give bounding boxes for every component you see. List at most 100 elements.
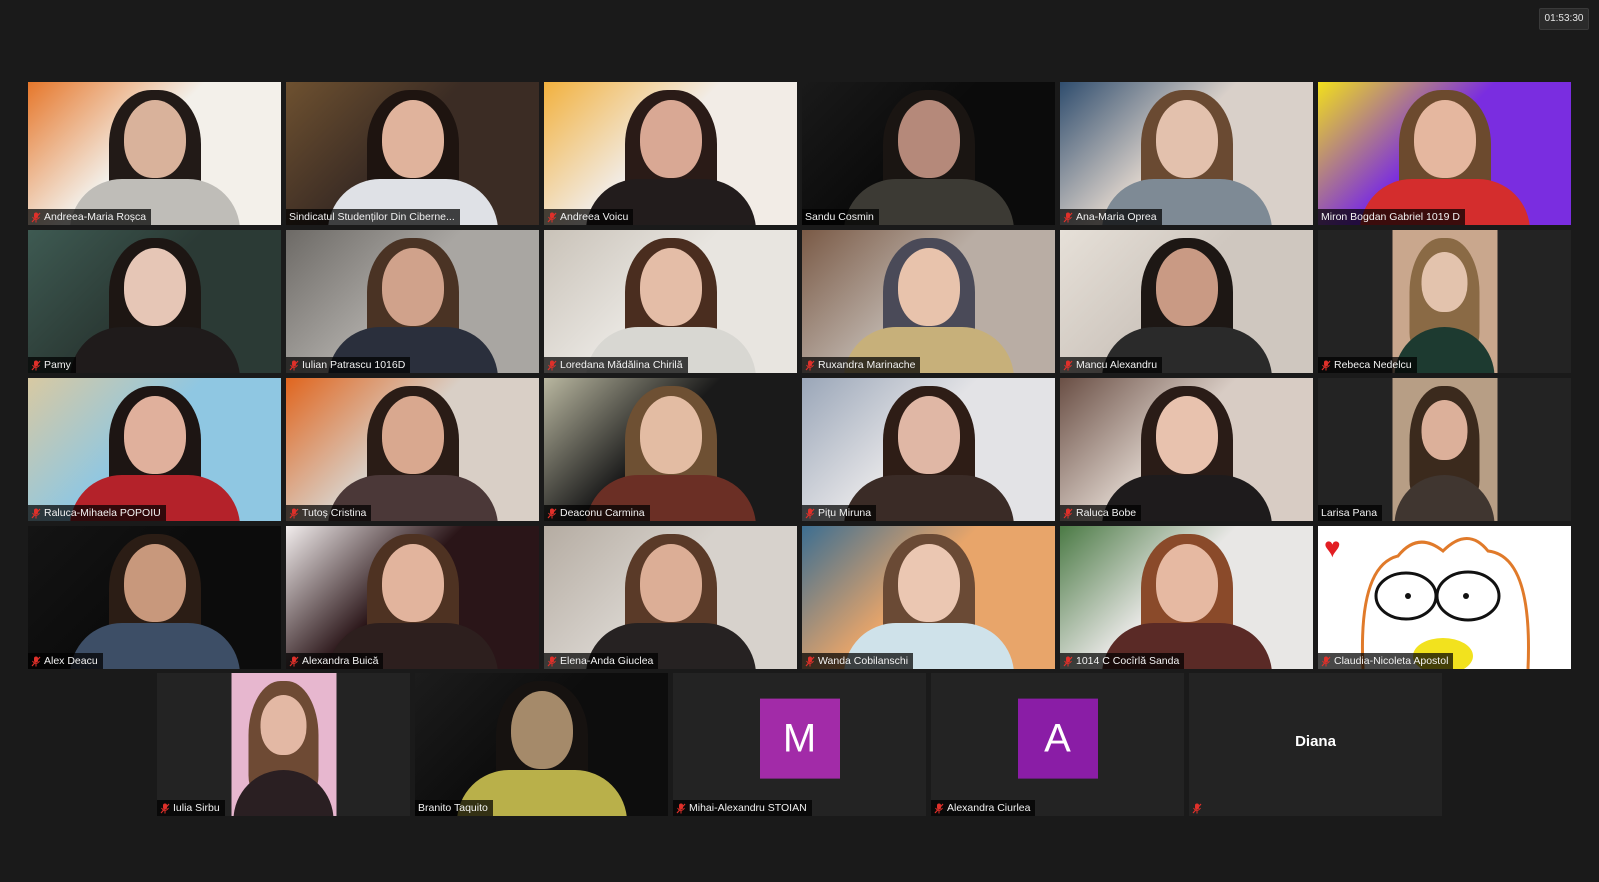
participant-tile[interactable]: 1014 C Cocîrlă Sanda [1060,526,1313,669]
mic-muted-icon [31,212,41,222]
participant-display-name: Diana [1295,733,1336,750]
mic-muted-icon [31,656,41,666]
participant-name: Loredana Mădălina Chirilă [560,359,683,371]
video-feed [802,526,1055,669]
participant-name-tag: Ruxandra Marinache [802,357,921,373]
participant-name-tag [1189,800,1207,816]
participant-face [123,248,186,326]
mic-muted-icon [805,656,815,666]
participant-name-tag: Rebeca Nedelcu [1318,357,1417,373]
video-feed [1060,230,1313,373]
mic-muted-icon [547,360,557,370]
participant-tile[interactable]: Loredana Mădălina Chirilă [544,230,797,373]
participant-face [1155,544,1218,622]
participant-name-tag: Sindicatul Studenților Din Ciberne... [286,209,460,225]
participant-tile[interactable]: Deaconu Carmina [544,378,797,521]
participant-tile[interactable]: Sandu Cosmin [802,82,1055,225]
mic-muted-icon [289,508,299,518]
participant-tile[interactable]: Wanda Cobilanschi [802,526,1055,669]
zoom-gallery-view: 01:53:30 Andreea-Maria Roșca Sindicatul S… [0,0,1599,882]
participant-tile[interactable]: M Mihai-Alexandru STOIAN [673,673,926,816]
participant-name: Deaconu Carmina [560,507,645,519]
participant-name: Alex Deacu [44,655,98,667]
participant-name-tag: Andreea Voicu [544,209,634,225]
mic-muted-icon [547,508,557,518]
participant-name: Wanda Cobilanschi [818,655,909,667]
participant-tile[interactable]: Iulia Sirbu [157,673,410,816]
participant-tile[interactable]: Elena-Anda Giuclea [544,526,797,669]
participant-tile[interactable]: Diana [1189,673,1442,816]
mic-muted-icon [160,803,170,813]
participant-tile[interactable]: Alexandra Buică [286,526,539,669]
participant-name-tag: Miron Bogdan Gabriel 1019 D [1318,209,1465,225]
participant-tile[interactable]: Branito Taquito [415,673,668,816]
mic-muted-icon [547,212,557,222]
participant-face [1421,400,1468,460]
video-feed [286,526,539,669]
video-feed [157,673,410,816]
participant-face [1155,248,1218,326]
participant-face [897,100,960,178]
gallery-row-3: Raluca-Mihaela POPOIU Tutoș Cristina Deaco… [0,378,1599,521]
participant-tile[interactable]: Andreea-Maria Roșca [28,82,281,225]
video-feed [286,378,539,521]
participant-name: Ana-Maria Oprea [1076,211,1157,223]
participant-name-tag: Wanda Cobilanschi [802,653,914,669]
mic-muted-icon [676,803,686,813]
video-feed [1318,82,1571,225]
participant-tile[interactable]: Pițu Miruna [802,378,1055,521]
participant-face [897,248,960,326]
participant-name-tag: Mancu Alexandru [1060,357,1163,373]
participant-name-tag: Elena-Anda Giuclea [544,653,659,669]
avatar: M [759,698,840,779]
participant-tile[interactable]: Miron Bogdan Gabriel 1019 D [1318,82,1571,225]
mic-muted-icon [805,508,815,518]
participant-name-tag: Alex Deacu [28,653,103,669]
participant-tile[interactable]: Alex Deacu [28,526,281,669]
participant-name-tag: Tutoș Cristina [286,505,372,521]
participant-face [897,396,960,474]
participant-face [123,396,186,474]
participant-name: 1014 C Cocîrlă Sanda [1076,655,1180,667]
video-feed [28,526,281,669]
participant-tile[interactable]: Andreea Voicu [544,82,797,225]
participant-name: Mihai-Alexandru STOIAN [689,802,807,814]
participant-tile[interactable]: ♥ Claudia-Nicoleta Apostol [1318,526,1571,669]
participant-tile[interactable]: Tutoș Cristina [286,378,539,521]
participant-name: Claudia-Nicoleta Apostol [1334,655,1449,667]
participant-face [123,100,186,178]
participant-name-tag: Alexandra Buică [286,653,384,669]
participant-tile[interactable]: Rebeca Nedelcu [1318,230,1571,373]
gallery-row-1: Andreea-Maria Roșca Sindicatul Studențilo… [0,82,1599,225]
participant-tile[interactable]: Larisa Pana [1318,378,1571,521]
video-feed [28,378,281,521]
video-feed [1060,378,1313,521]
participant-tile[interactable]: Ruxandra Marinache [802,230,1055,373]
participant-name-tag: Larisa Pana [1318,505,1383,521]
participant-name-tag: Pamy [28,357,76,373]
participant-tile[interactable]: A Alexandra Ciurlea [931,673,1184,816]
participant-face [510,691,573,769]
participant-tile[interactable]: Iulian Patrascu 1016D [286,230,539,373]
participant-tile[interactable]: Mancu Alexandru [1060,230,1313,373]
participant-name-tag: Raluca Bobe [1060,505,1142,521]
participant-name-tag: 1014 C Cocîrlă Sanda [1060,653,1185,669]
video-feed [802,378,1055,521]
participant-tile[interactable]: Pamy [28,230,281,373]
participant-tile[interactable]: Ana-Maria Oprea [1060,82,1313,225]
video-feed [28,230,281,373]
mic-muted-icon [31,360,41,370]
mic-muted-icon [1063,508,1073,518]
participant-face [639,100,702,178]
video-feed [544,378,797,521]
participant-name: Elena-Anda Giuclea [560,655,654,667]
video-feed [1060,82,1313,225]
participant-name: Raluca-Mihaela POPOIU [44,507,161,519]
participant-tile[interactable]: Sindicatul Studenților Din Ciberne... [286,82,539,225]
participant-face [381,544,444,622]
participant-tile[interactable]: Raluca-Mihaela POPOIU [28,378,281,521]
mic-muted-icon [289,656,299,666]
participant-tile[interactable]: Raluca Bobe [1060,378,1313,521]
participant-name: Mancu Alexandru [1076,359,1158,371]
participant-face [1155,100,1218,178]
